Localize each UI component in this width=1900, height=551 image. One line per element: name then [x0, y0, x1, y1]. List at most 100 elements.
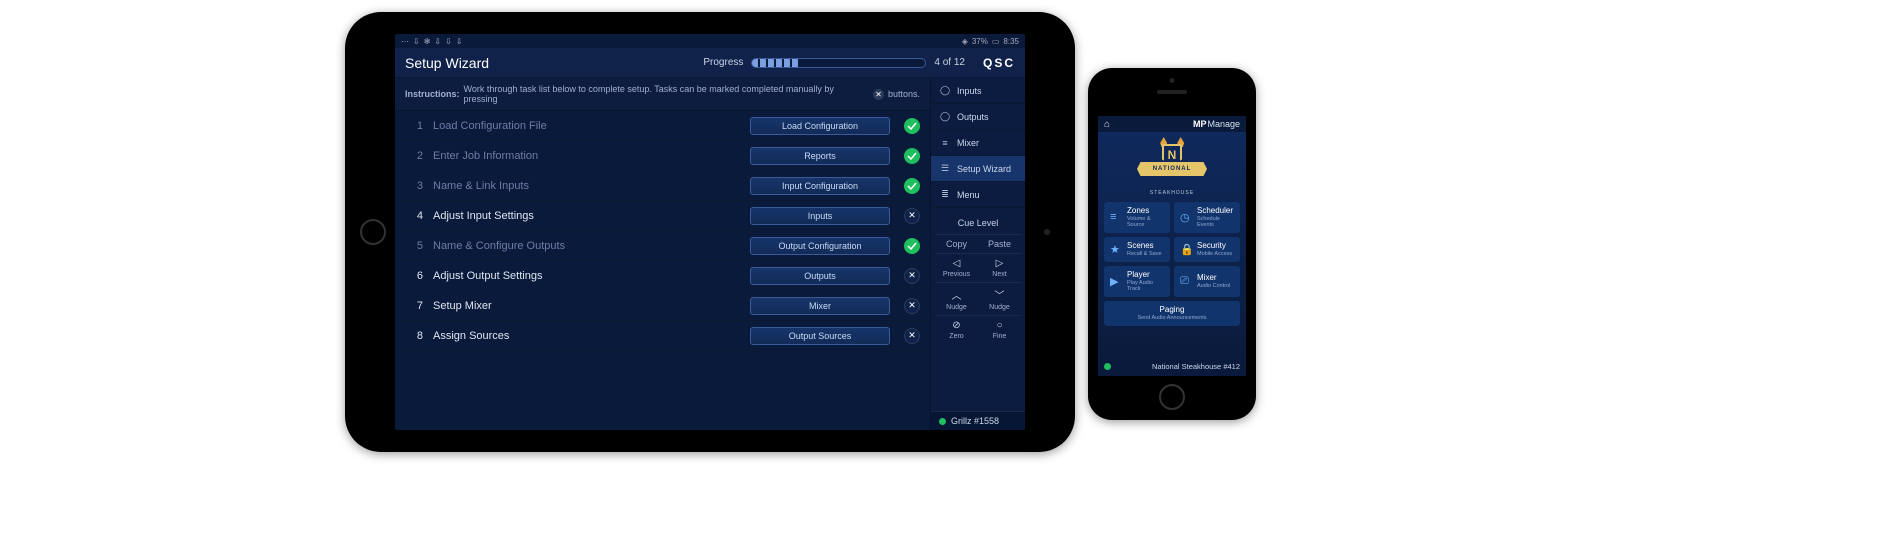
task-action-button[interactable]: Inputs [750, 207, 890, 225]
wizard-main: Instructions: Work through task list bel… [395, 78, 930, 430]
task-action-button[interactable]: Input Configuration [750, 177, 890, 195]
fine-button[interactable]: ○Fine [978, 316, 1021, 344]
status-time: 8:35 [1003, 37, 1019, 46]
task-action-button[interactable]: Output Sources [750, 327, 890, 345]
tile-subtitle: Mobile Access [1197, 251, 1232, 257]
iphone-speaker [1157, 90, 1187, 94]
tile-grid: ≡ZonesVolume & Source◷SchedulerSchedule … [1098, 202, 1246, 326]
nav-item-inputs[interactable]: ◯ Inputs [931, 78, 1025, 104]
tile-zones[interactable]: ≡ZonesVolume & Source [1104, 202, 1170, 233]
check-icon[interactable] [904, 148, 920, 164]
nav-item-outputs[interactable]: ◯Outputs [931, 104, 1025, 130]
logo-ribbon: NATIONAL [1137, 162, 1207, 176]
task-number: 2 [405, 150, 423, 162]
task-row: 7 Setup MixerMixer ✕ [395, 291, 930, 321]
control-panel: Cue Level Copy Paste ◁Previous ▷Next ︿Nu… [931, 208, 1025, 348]
tile-paging[interactable]: PagingSend Audio Announcements [1104, 301, 1240, 327]
task-action-button[interactable]: Reports [750, 147, 890, 165]
tile-scenes[interactable]: ★ScenesRecall & Save [1104, 237, 1170, 262]
check-icon[interactable] [904, 178, 920, 194]
task-row: 6 Adjust Output SettingsOutputs ✕ [395, 261, 930, 291]
nudge-up-button[interactable]: ︿Nudge [935, 283, 978, 315]
iphone-device: ⌂ MPManage N NATIONAL STEAKHOUSE ≡ZonesV… [1088, 68, 1256, 420]
battery-icon: ▭ [992, 37, 1000, 46]
tile-title: Mixer [1197, 274, 1230, 283]
tile-icon: 🔒 [1180, 243, 1192, 256]
task-number: 3 [405, 180, 423, 192]
phone-header: ⌂ MPManage [1098, 116, 1246, 132]
tile-scheduler[interactable]: ◷SchedulerSchedule Events [1174, 202, 1240, 233]
task-label: Load Configuration File [433, 120, 750, 132]
close-icon[interactable]: ✕ [904, 208, 920, 224]
tile-title: Scenes [1127, 242, 1162, 251]
previous-button[interactable]: ◁Previous [935, 254, 978, 282]
page-title: Setup Wizard [405, 55, 489, 71]
close-icon[interactable]: ✕ [904, 298, 920, 314]
nav-icon: ≣ [939, 189, 951, 200]
tile-icon: ◷ [1180, 211, 1192, 224]
nav-label: Setup Wizard [957, 164, 1011, 174]
task-row: 3Name & Link InputsInput Configuration [395, 171, 930, 201]
statusbar-icon: ⇩ [434, 37, 441, 46]
statusbar-menu-icon: ⋯ [401, 37, 409, 46]
check-icon[interactable] [904, 118, 920, 134]
task-row: 4Adjust Input SettingsInputs✕ [395, 201, 930, 231]
close-icon[interactable]: ✕ [904, 328, 920, 344]
home-icon[interactable]: ⌂ [1104, 119, 1110, 130]
task-action-button[interactable]: Output Configuration [750, 237, 890, 255]
task-number: 5 [405, 240, 423, 252]
task-number: 8 [405, 330, 423, 342]
tile-security[interactable]: 🔒SecurityMobile Access [1174, 237, 1240, 262]
close-icon[interactable]: ✕ [904, 268, 920, 284]
app-header: Setup Wizard Progress 4 of 12 QSC [395, 48, 1025, 78]
tile-title: Paging [1160, 306, 1185, 315]
task-action-button[interactable]: Mixer [750, 297, 890, 315]
copy-button[interactable]: Copy [935, 235, 978, 253]
chevron-up-icon: ︿ [952, 287, 962, 302]
task-row: 2Enter Job InformationReports [395, 141, 930, 171]
zero-button[interactable]: ⊘Zero [935, 316, 978, 344]
task-action-button[interactable]: Load Configuration [750, 117, 890, 135]
next-button[interactable]: ▷Next [978, 254, 1021, 282]
previous-icon: ◁ [953, 258, 961, 269]
task-number: 1 [405, 120, 423, 132]
task-number: 7 [405, 300, 423, 312]
session-name: Grillz #1558 [951, 416, 999, 426]
task-label: Adjust Output Settings [433, 270, 750, 282]
check-icon[interactable] [904, 238, 920, 254]
status-dot-icon [939, 418, 946, 425]
task-action-button[interactable]: Outputs [750, 267, 890, 285]
nav-icon: ☰ [939, 163, 951, 174]
statusbar-icon: ⇩ [445, 37, 452, 46]
tile-mixer[interactable]: ⎚MixerAudio Control [1174, 266, 1240, 297]
tile-title: Scheduler [1197, 207, 1234, 216]
nav-icon: ◯ [939, 85, 951, 96]
task-row: 5 Name & Configure OutputsOutput Configur… [395, 231, 930, 261]
statusbar-icon: ⇩ [456, 37, 463, 46]
paste-button[interactable]: Paste [978, 235, 1021, 253]
brand-logo: QSC [983, 56, 1015, 70]
ipad-home-button[interactable] [360, 219, 386, 245]
session-indicator: Grillz #1558 [931, 411, 1025, 430]
task-label: Name & Configure Outputs [433, 240, 750, 252]
task-label: Setup Mixer [433, 300, 750, 312]
close-icon: ✕ [873, 89, 884, 100]
nav-item-menu[interactable]: ≣Menu [931, 182, 1025, 208]
nav-label: Mixer [957, 138, 979, 148]
tile-player[interactable]: ▶PlayerPlay Audio Track [1104, 266, 1170, 297]
nav-label: Inputs [957, 86, 982, 96]
nav-icon: ≡ [939, 138, 951, 148]
task-label: Assign Sources [433, 330, 750, 342]
tile-icon: ▶ [1110, 275, 1122, 288]
wifi-icon: ◈ [962, 37, 968, 46]
nudge-down-button[interactable]: ﹀Nudge [978, 283, 1021, 315]
nav-item-setup-wizard[interactable]: ☰ Setup Wizard [931, 156, 1025, 182]
iphone-home-button[interactable] [1159, 384, 1185, 410]
cue-level-button[interactable]: Cue Level [935, 212, 1021, 234]
instructions-text: Work through task list below to complete… [464, 84, 869, 104]
instructions-label: Instructions: [405, 89, 460, 99]
task-row: 1 Load Configuration FileLoad Configurati… [395, 111, 930, 141]
nav-item-mixer[interactable]: ≡ Mixer [931, 130, 1025, 156]
tile-icon: ★ [1110, 243, 1122, 256]
task-number: 6 [405, 270, 423, 282]
